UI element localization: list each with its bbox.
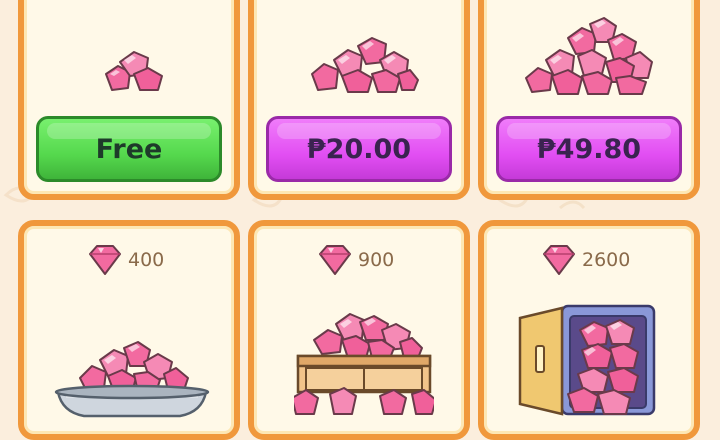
gem-pile-icon (105, 51, 163, 91)
gem-bowl-icon (54, 341, 210, 418)
gem-pile-icon (525, 17, 653, 95)
free-button[interactable]: Free (36, 116, 222, 182)
gem-amount-label: 400 (128, 249, 165, 271)
shop-card-20[interactable]: ₱20.00 (248, 0, 470, 200)
shop-card-49-80[interactable]: ₱49.80 (478, 0, 700, 200)
price-label: ₱20.00 (306, 133, 412, 165)
gem-amount-label: 900 (358, 249, 395, 271)
shop-card-400-gems[interactable]: 400 (18, 220, 240, 440)
gem-icon (319, 245, 351, 275)
buy-button-49-80[interactable]: ₱49.80 (496, 116, 682, 182)
gem-safe-icon (518, 304, 656, 416)
shop-card-free[interactable]: Free (18, 0, 240, 200)
buy-button-20[interactable]: ₱20.00 (266, 116, 452, 182)
gem-amount: 2600 (542, 244, 630, 276)
gem-amount: 400 (88, 244, 164, 276)
free-button-label: Free (95, 133, 163, 165)
price-label: ₱49.80 (536, 133, 642, 165)
gem-amount: 900 (318, 244, 394, 276)
gem-pile-icon (311, 37, 419, 93)
gem-crate-icon (294, 313, 434, 415)
gem-icon (89, 245, 121, 275)
shop-card-2600-gems[interactable]: 2600 (478, 220, 700, 440)
gem-amount-label: 2600 (582, 249, 631, 271)
shop-card-900-gems[interactable]: 900 (248, 220, 470, 440)
gem-icon (543, 245, 575, 275)
